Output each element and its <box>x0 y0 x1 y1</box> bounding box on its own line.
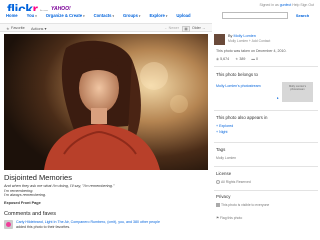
also-appears-heading: This photo also appears in <box>216 115 268 120</box>
actions-label: Actions <box>31 27 44 31</box>
newer-label: Newer <box>168 26 179 30</box>
views-count: 5,674 <box>220 57 230 61</box>
older-link[interactable]: Older → <box>192 26 205 30</box>
globe-icon <box>216 203 220 207</box>
share-icon[interactable]: ▦ <box>182 25 190 32</box>
copyright-icon <box>216 180 220 185</box>
photo-action-bar: ★ Favorite Actions ▾ ← Newer ▦ Older → <box>0 23 212 32</box>
nav-explore[interactable]: Explore ▾ <box>149 13 167 18</box>
nav-explore-label: Explore <box>149 13 165 18</box>
flag-photo-link[interactable]: ⚑ Flag this photo <box>216 216 242 220</box>
description-line: I'm always remembering. <box>4 193 47 198</box>
tags-heading: Tags <box>216 147 226 152</box>
divider <box>214 66 318 67</box>
search-button[interactable]: Search <box>289 12 316 19</box>
star-icon[interactable]: ★ <box>6 26 10 31</box>
chevron-down-icon: ▾ <box>83 13 85 18</box>
signed-in-status: Signed in as gunfect Help Sign Out <box>259 3 314 7</box>
owner-subline[interactable]: Molly Lomlen + Add Contact <box>228 39 270 43</box>
nav-groups-label: Groups <box>123 13 138 18</box>
owner-name-link[interactable]: Molly Lomlen <box>234 34 256 38</box>
faves-stat: ★389 <box>235 57 245 61</box>
photo-stats: ◉5,674 ★389 ▬0 <box>216 57 316 61</box>
chevron-right-icon[interactable]: ▸ <box>277 96 279 100</box>
comment-icon: ▬ <box>251 57 255 61</box>
taken-date: This photo was taken on December 4, 2010… <box>216 49 287 53</box>
faves-suffix: added this photo to their favorites. <box>16 224 71 229</box>
exposed-label: Exposed Front Page <box>4 201 41 205</box>
comments-heading: Comments and faves <box>4 211 56 217</box>
nav-you-label: You <box>26 13 35 18</box>
flag-label: Flag this photo <box>219 216 243 220</box>
chevron-down-icon: ▾ <box>138 13 141 18</box>
by-label: By <box>228 34 233 38</box>
nav-home[interactable]: Home <box>6 13 18 18</box>
nav-contacts-label: Contacts <box>93 13 112 18</box>
older-label: Older <box>192 26 201 30</box>
main-photo[interactable] <box>4 34 208 170</box>
username-link[interactable]: gunfect <box>280 3 291 7</box>
nav-items: Home You ▾ Organize & Create ▾ Contacts ▾ G… <box>6 13 191 18</box>
tag-item[interactable]: Molly Lomlen <box>216 156 236 160</box>
photostream-thumbnail[interactable]: Molly Lomlen's photostream <box>282 82 313 102</box>
fave-avatar-icon <box>4 220 13 229</box>
search-input[interactable] <box>222 12 288 19</box>
privacy-text: This photo is visible to everyone <box>216 203 269 207</box>
divider <box>214 190 318 191</box>
photo-description: And when they ask me what I'm doing, I'l… <box>4 184 114 198</box>
faves-text: Carly Hildebrand, Light In The Air, Comp… <box>16 220 160 229</box>
chevron-down-icon: ▾ <box>165 13 168 18</box>
chevron-down-icon: ▾ <box>112 13 115 18</box>
privacy-heading: Privacy <box>216 194 231 199</box>
belongs-heading: This photo belongs to <box>216 72 258 77</box>
nav-groups[interactable]: Groups ▾ <box>123 13 140 18</box>
license-text[interactable]: All Rights Reserved <box>216 180 251 185</box>
nav-organize-label: Organize & Create <box>45 13 83 18</box>
photostream-link[interactable]: Molly Lomlen's photostream <box>216 84 261 88</box>
views-stat: ◉5,674 <box>216 57 229 61</box>
night-link[interactable]: + Night <box>216 130 228 134</box>
eye-icon: ◉ <box>216 57 220 61</box>
license-heading: License <box>216 171 232 176</box>
divider <box>214 142 318 143</box>
privacy-label: This photo is visible to everyone <box>221 203 270 207</box>
chevron-down-icon: ▾ <box>35 13 37 18</box>
main-nav: Home You ▾ Organize & Create ▾ Contacts ▾ G… <box>0 11 320 20</box>
newer-link[interactable]: ← Newer <box>164 26 179 30</box>
photo-title: Disjointed Memories <box>4 173 72 182</box>
divider <box>214 110 318 111</box>
photostream-thumb-text: Molly Lomlen's photostream <box>288 85 307 92</box>
faves-row: Carly Hildebrand, Light In The Air, Comp… <box>4 220 212 232</box>
nav-home-label: Home <box>6 13 18 18</box>
help-signout-links[interactable]: Help Sign Out <box>292 3 314 7</box>
explored-link[interactable]: + Explored <box>216 124 233 128</box>
nav-organize[interactable]: Organize & Create ▾ <box>46 13 85 18</box>
nav-you[interactable]: You ▾ <box>27 13 37 18</box>
actions-menu[interactable]: Actions ▾ <box>31 26 46 31</box>
owner-byline: By Molly Lomlen <box>228 34 256 38</box>
favorite-button[interactable]: Favorite <box>11 26 25 30</box>
faves-people-links[interactable]: Carly Hildebrand, Light In The Air, Comp… <box>16 220 160 225</box>
faves-count: 389 <box>239 57 246 61</box>
comments-count: 0 <box>255 57 258 61</box>
nav-upload-label: Upload <box>176 13 191 18</box>
chevron-down-icon: ▾ <box>44 27 47 31</box>
star-icon: ★ <box>235 57 239 61</box>
photo-image <box>4 34 208 170</box>
divider <box>214 166 318 167</box>
avatar[interactable] <box>214 34 225 45</box>
nav-contacts[interactable]: Contacts ▾ <box>94 13 114 18</box>
nav-upload[interactable]: Upload <box>176 13 190 18</box>
signed-in-prefix: Signed in as <box>259 3 279 7</box>
license-label: All Rights Reserved <box>221 180 251 184</box>
description-line: And when they ask me what I'm doing, I'l… <box>4 184 115 188</box>
comments-stat: ▬0 <box>251 57 258 61</box>
